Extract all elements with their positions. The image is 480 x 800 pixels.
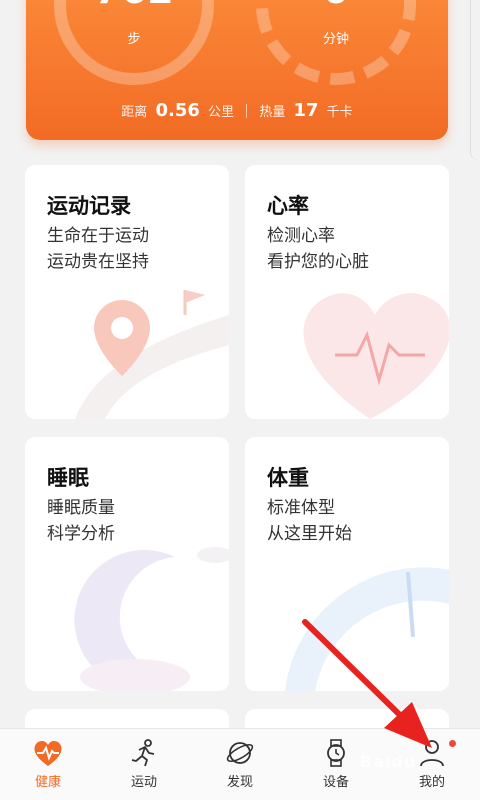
card-subtitle: 科学分析 <box>47 524 115 544</box>
card-title: 睡眠 <box>47 466 89 490</box>
nav-label: 健康 <box>34 775 61 790</box>
watermark: Baidu <box>360 752 417 771</box>
distance-label: 距离 <box>121 105 148 120</box>
calories-value: 17 <box>293 100 319 121</box>
card-subtitle: 检测心率 <box>267 226 335 246</box>
nav-label: 发现 <box>226 775 253 790</box>
calories-unit: 千卡 <box>326 105 353 120</box>
minutes-value: 0 <box>256 0 416 12</box>
heart-pulse-icon <box>34 740 62 766</box>
card-title: 运动记录 <box>47 194 131 218</box>
steps-value: 762 <box>54 0 214 12</box>
card-sleep[interactable]: 睡眠 睡眠质量 科学分析 <box>25 437 229 691</box>
card-exercise-record[interactable]: 运动记录 生命在于运动 运动贵在坚持 <box>25 165 229 419</box>
calories-label: 热量 <box>259 105 286 120</box>
nav-label: 我的 <box>418 775 445 790</box>
distance-value: 0.56 <box>155 100 200 121</box>
minutes-unit: 分钟 <box>322 32 349 47</box>
card-title: 心率 <box>267 194 309 218</box>
runner-icon <box>131 739 155 767</box>
activity-summary-card[interactable]: 762 步 0 分钟 距离 0.56 公里 热量 17 千卡 <box>26 0 448 140</box>
distance-unit: 公里 <box>208 105 235 120</box>
notification-badge <box>449 740 456 747</box>
watch-icon <box>327 739 345 767</box>
nav-label: 运动 <box>130 775 157 790</box>
summary-stats: 距离 0.56 公里 热量 17 千卡 <box>26 100 448 121</box>
card-title: 体重 <box>267 466 309 490</box>
user-icon <box>420 740 444 767</box>
steps-unit: 步 <box>127 32 141 47</box>
scroll-edge <box>470 0 480 160</box>
card-subtitle: 看护您的心脏 <box>267 252 369 272</box>
card-subtitle: 标准体型 <box>267 498 335 518</box>
planet-icon <box>226 742 254 764</box>
card-weight[interactable]: 体重 标准体型 从这里开始 <box>245 437 449 691</box>
stats-divider <box>246 104 248 118</box>
nav-discover[interactable]: 发现 <box>192 729 288 800</box>
card-subtitle: 从这里开始 <box>267 524 352 544</box>
card-subtitle: 生命在于运动 <box>47 226 149 246</box>
nav-exercise[interactable]: 运动 <box>96 729 192 800</box>
card-subtitle: 运动贵在坚持 <box>47 252 149 272</box>
nav-health[interactable]: 健康 <box>0 729 96 800</box>
nav-label: 设备 <box>322 775 349 790</box>
card-subtitle: 睡眠质量 <box>47 498 115 518</box>
card-heart-rate[interactable]: 心率 检测心率 看护您的心脏 <box>245 165 449 419</box>
